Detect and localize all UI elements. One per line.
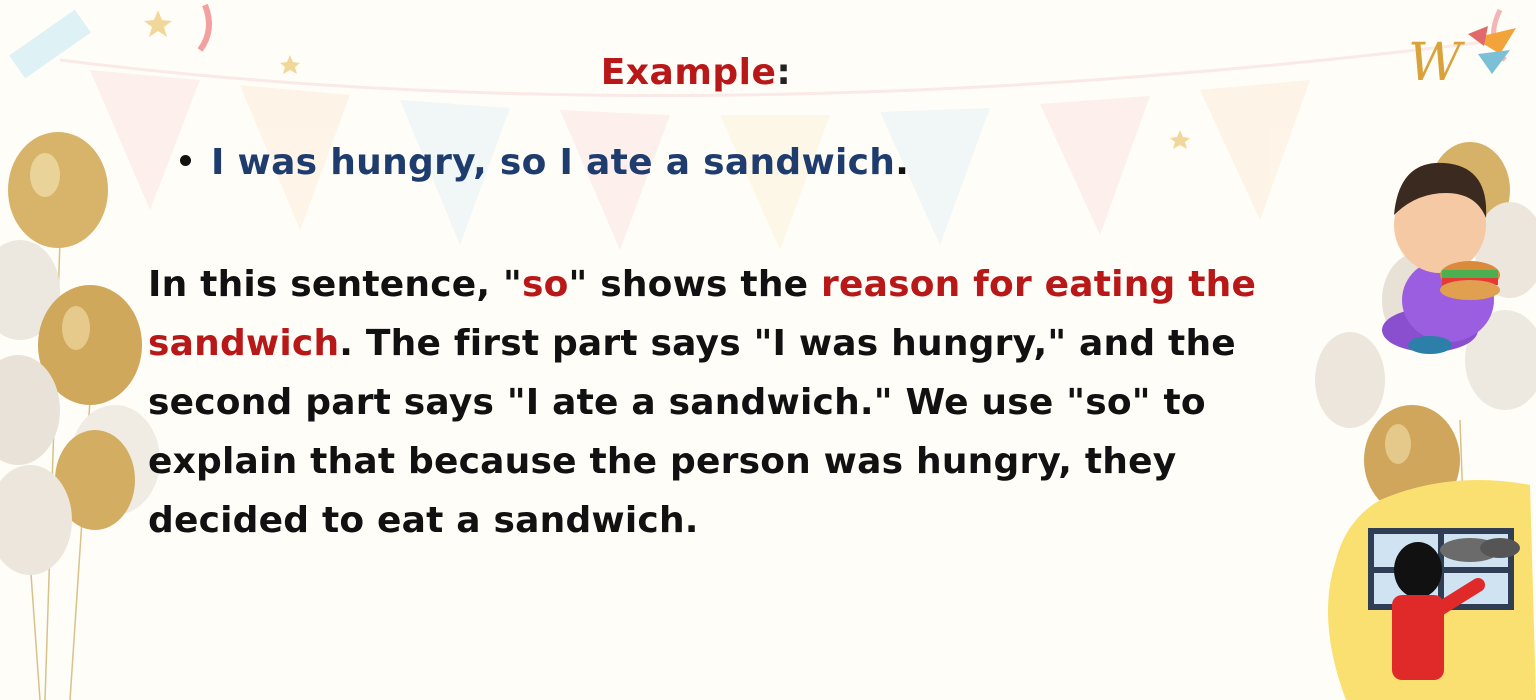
explanation-paragraph: In this sentence, "so" shows the reason … [148, 255, 1338, 550]
heading-word: Example [600, 52, 777, 93]
highlight-so: so [521, 264, 569, 305]
lesson-slide: Example: I was hungry, so I ate a sandwi… [0, 0, 1536, 700]
example-heading: Example: [0, 52, 1392, 93]
heading-colon: : [776, 52, 792, 93]
example-sentence-text: I was hungry, so I ate a sandwich [211, 142, 896, 183]
bullet-dot [180, 154, 191, 166]
explanation-part-2: " shows the [568, 264, 821, 305]
example-sentence: I was hungry, so I ate a sandwich. [180, 142, 1180, 183]
explanation-part-1: In this sentence, " [148, 264, 522, 305]
example-sentence-period: . [895, 142, 910, 183]
